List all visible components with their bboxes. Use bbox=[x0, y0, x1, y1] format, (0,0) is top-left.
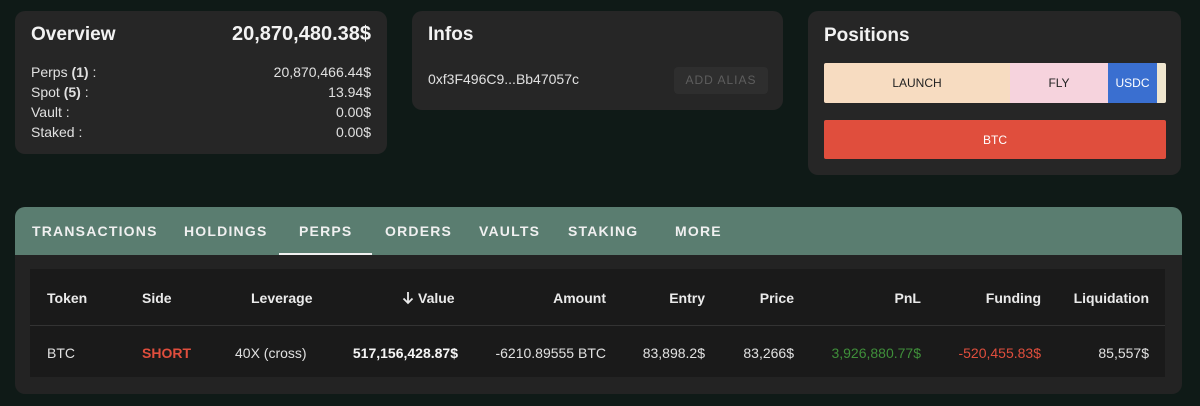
position-segment-usdc[interactable]: USDC bbox=[1108, 63, 1157, 103]
tabs-panel: TRANSACTIONS HOLDINGS PERPS ORDERS VAULT… bbox=[15, 207, 1182, 394]
column-header-value-label: Value bbox=[418, 290, 455, 306]
overview-row-value: 13.94$ bbox=[328, 84, 371, 100]
wallet-address: 0xf3F496C9...Bb47057c bbox=[428, 71, 579, 87]
overview-row-perps: Perps (1) : 20,870,466.44$ bbox=[31, 62, 371, 82]
overview-row-staked: Staked : 0.00$ bbox=[31, 122, 371, 142]
cell-side: SHORT bbox=[142, 345, 191, 361]
cell-entry: 83,898.2$ bbox=[642, 345, 705, 361]
infos-card: Infos 0xf3F496C9...Bb47057c ADD ALIAS bbox=[412, 11, 783, 110]
tab-holdings[interactable]: HOLDINGS bbox=[184, 207, 268, 255]
positions-allocation-bar: LAUNCH FLY USDC bbox=[824, 63, 1166, 103]
column-header-liquidation[interactable]: Liquidation bbox=[1074, 290, 1149, 306]
tab-bar: TRANSACTIONS HOLDINGS PERPS ORDERS VAULT… bbox=[15, 207, 1182, 255]
overview-row-label: Staked : bbox=[31, 124, 83, 140]
add-alias-button[interactable]: ADD ALIAS bbox=[674, 67, 768, 94]
cell-token[interactable]: BTC bbox=[47, 345, 75, 361]
position-bar-btc[interactable]: BTC bbox=[824, 120, 1166, 159]
overview-row-label: Spot (5) : bbox=[31, 84, 89, 100]
column-header-value[interactable]: Value bbox=[402, 290, 455, 306]
column-header-leverage[interactable]: Leverage bbox=[251, 290, 312, 306]
column-header-funding[interactable]: Funding bbox=[986, 290, 1041, 306]
arrow-down-icon bbox=[402, 292, 414, 305]
column-header-token[interactable]: Token bbox=[47, 290, 87, 306]
column-header-entry[interactable]: Entry bbox=[669, 290, 705, 306]
tab-vaults[interactable]: VAULTS bbox=[479, 207, 540, 255]
column-header-pnl[interactable]: PnL bbox=[895, 290, 921, 306]
overview-row-value: 20,870,466.44$ bbox=[273, 64, 371, 80]
cell-value: 517,156,428.87$ bbox=[352, 345, 458, 361]
positions-title: Positions bbox=[824, 25, 910, 46]
cell-amount: -6210.89555 BTC bbox=[495, 345, 606, 361]
column-header-amount[interactable]: Amount bbox=[553, 290, 606, 306]
cell-price: 83,266$ bbox=[743, 345, 794, 361]
overview-row-spot: Spot (5) : 13.94$ bbox=[31, 82, 371, 102]
position-segment-other[interactable] bbox=[1157, 63, 1166, 103]
overview-row-label: Vault : bbox=[31, 104, 70, 120]
overview-row-value: 0.00$ bbox=[335, 124, 371, 140]
overview-total: 20,870,480.38$ bbox=[231, 23, 371, 45]
perps-table: Token Side Leverage Value Amount Entry P… bbox=[30, 269, 1165, 377]
cell-liquidation: 85,557$ bbox=[1098, 345, 1149, 361]
infos-title: Infos bbox=[428, 24, 474, 45]
overview-rows: Perps (1) : 20,870,466.44$ Spot (5) : 13… bbox=[31, 62, 371, 142]
tab-more[interactable]: MORE bbox=[675, 207, 722, 255]
column-header-side[interactable]: Side bbox=[142, 290, 172, 306]
tab-transactions[interactable]: TRANSACTIONS bbox=[32, 207, 158, 255]
position-segment-launch[interactable]: LAUNCH bbox=[824, 63, 1010, 103]
positions-card: Positions LAUNCH FLY USDC BTC bbox=[808, 11, 1181, 175]
tab-perps[interactable]: PERPS bbox=[278, 207, 374, 255]
cell-pnl: 3,926,880.77$ bbox=[831, 345, 921, 361]
overview-card: Overview 20,870,480.38$ Perps (1) : 20,8… bbox=[15, 11, 387, 154]
position-segment-fly[interactable]: FLY bbox=[1010, 63, 1108, 103]
cell-leverage: 40X (cross) bbox=[235, 345, 307, 361]
overview-row-value: 0.00$ bbox=[335, 104, 371, 120]
tab-orders[interactable]: ORDERS bbox=[385, 207, 452, 255]
cell-funding: -520,455.83$ bbox=[958, 345, 1041, 361]
overview-row-label: Perps (1) : bbox=[31, 64, 97, 80]
header-divider bbox=[30, 325, 1165, 326]
column-header-price[interactable]: Price bbox=[760, 290, 794, 306]
overview-row-vault: Vault : 0.00$ bbox=[31, 102, 371, 122]
overview-title: Overview bbox=[31, 24, 116, 45]
tab-staking[interactable]: STAKING bbox=[568, 207, 638, 255]
